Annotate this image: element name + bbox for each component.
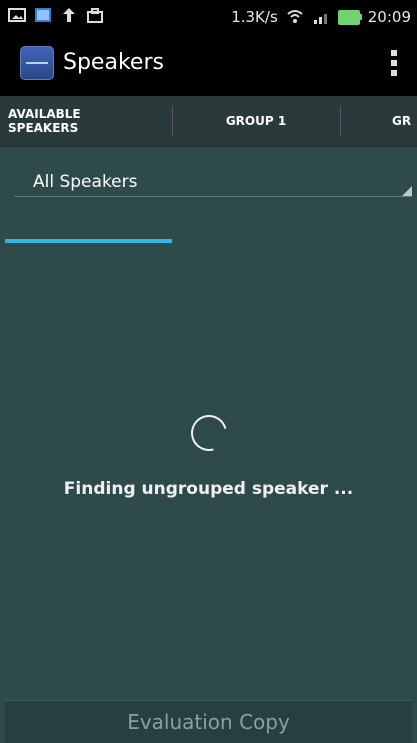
tab-bar: AVAILABLE SPEAKERS GROUP 1 GR [0,96,417,243]
clock: 20:09 [367,8,411,26]
evaluation-copy-label: Evaluation Copy [127,710,290,734]
network-speed: 1.3K/s [231,8,278,26]
signal-icon [312,8,330,26]
tab-label: AVAILABLE SPEAKERS [8,107,81,135]
briefcase-icon [86,6,104,24]
loading-status-text: Finding ungrouped speaker ... [63,479,354,499]
page-title: Speakers [63,50,164,75]
battery-icon [337,9,362,25]
app-logo-icon[interactable] [20,46,54,80]
tab-available-speakers[interactable]: AVAILABLE SPEAKERS [0,96,180,146]
overflow-menu-icon[interactable] [391,50,397,76]
loading-spinner-icon [184,408,234,458]
selected-tab-indicator [5,239,172,243]
upload-icon [60,6,78,24]
image-icon [8,6,26,24]
photo-icon [34,6,52,24]
status-left-icons [8,6,104,24]
tab-group-1[interactable]: GROUP 1 [172,96,340,146]
speaker-filter-spinner[interactable]: All Speakers [14,160,412,197]
evaluation-copy-bar: Evaluation Copy [5,700,412,743]
action-bar: Speakers [0,34,417,96]
spinner-value: All Speakers [33,172,138,192]
tab-group-2[interactable]: GR [340,96,417,146]
tab-label: GR [392,114,412,128]
spinner-arrow-icon [402,186,412,196]
tab-label: GROUP 1 [225,114,287,128]
status-right-icons: 1.3K/s 20:09 [231,8,411,26]
wifi-icon [286,8,304,26]
status-bar: 1.3K/s 20:09 [0,0,417,34]
